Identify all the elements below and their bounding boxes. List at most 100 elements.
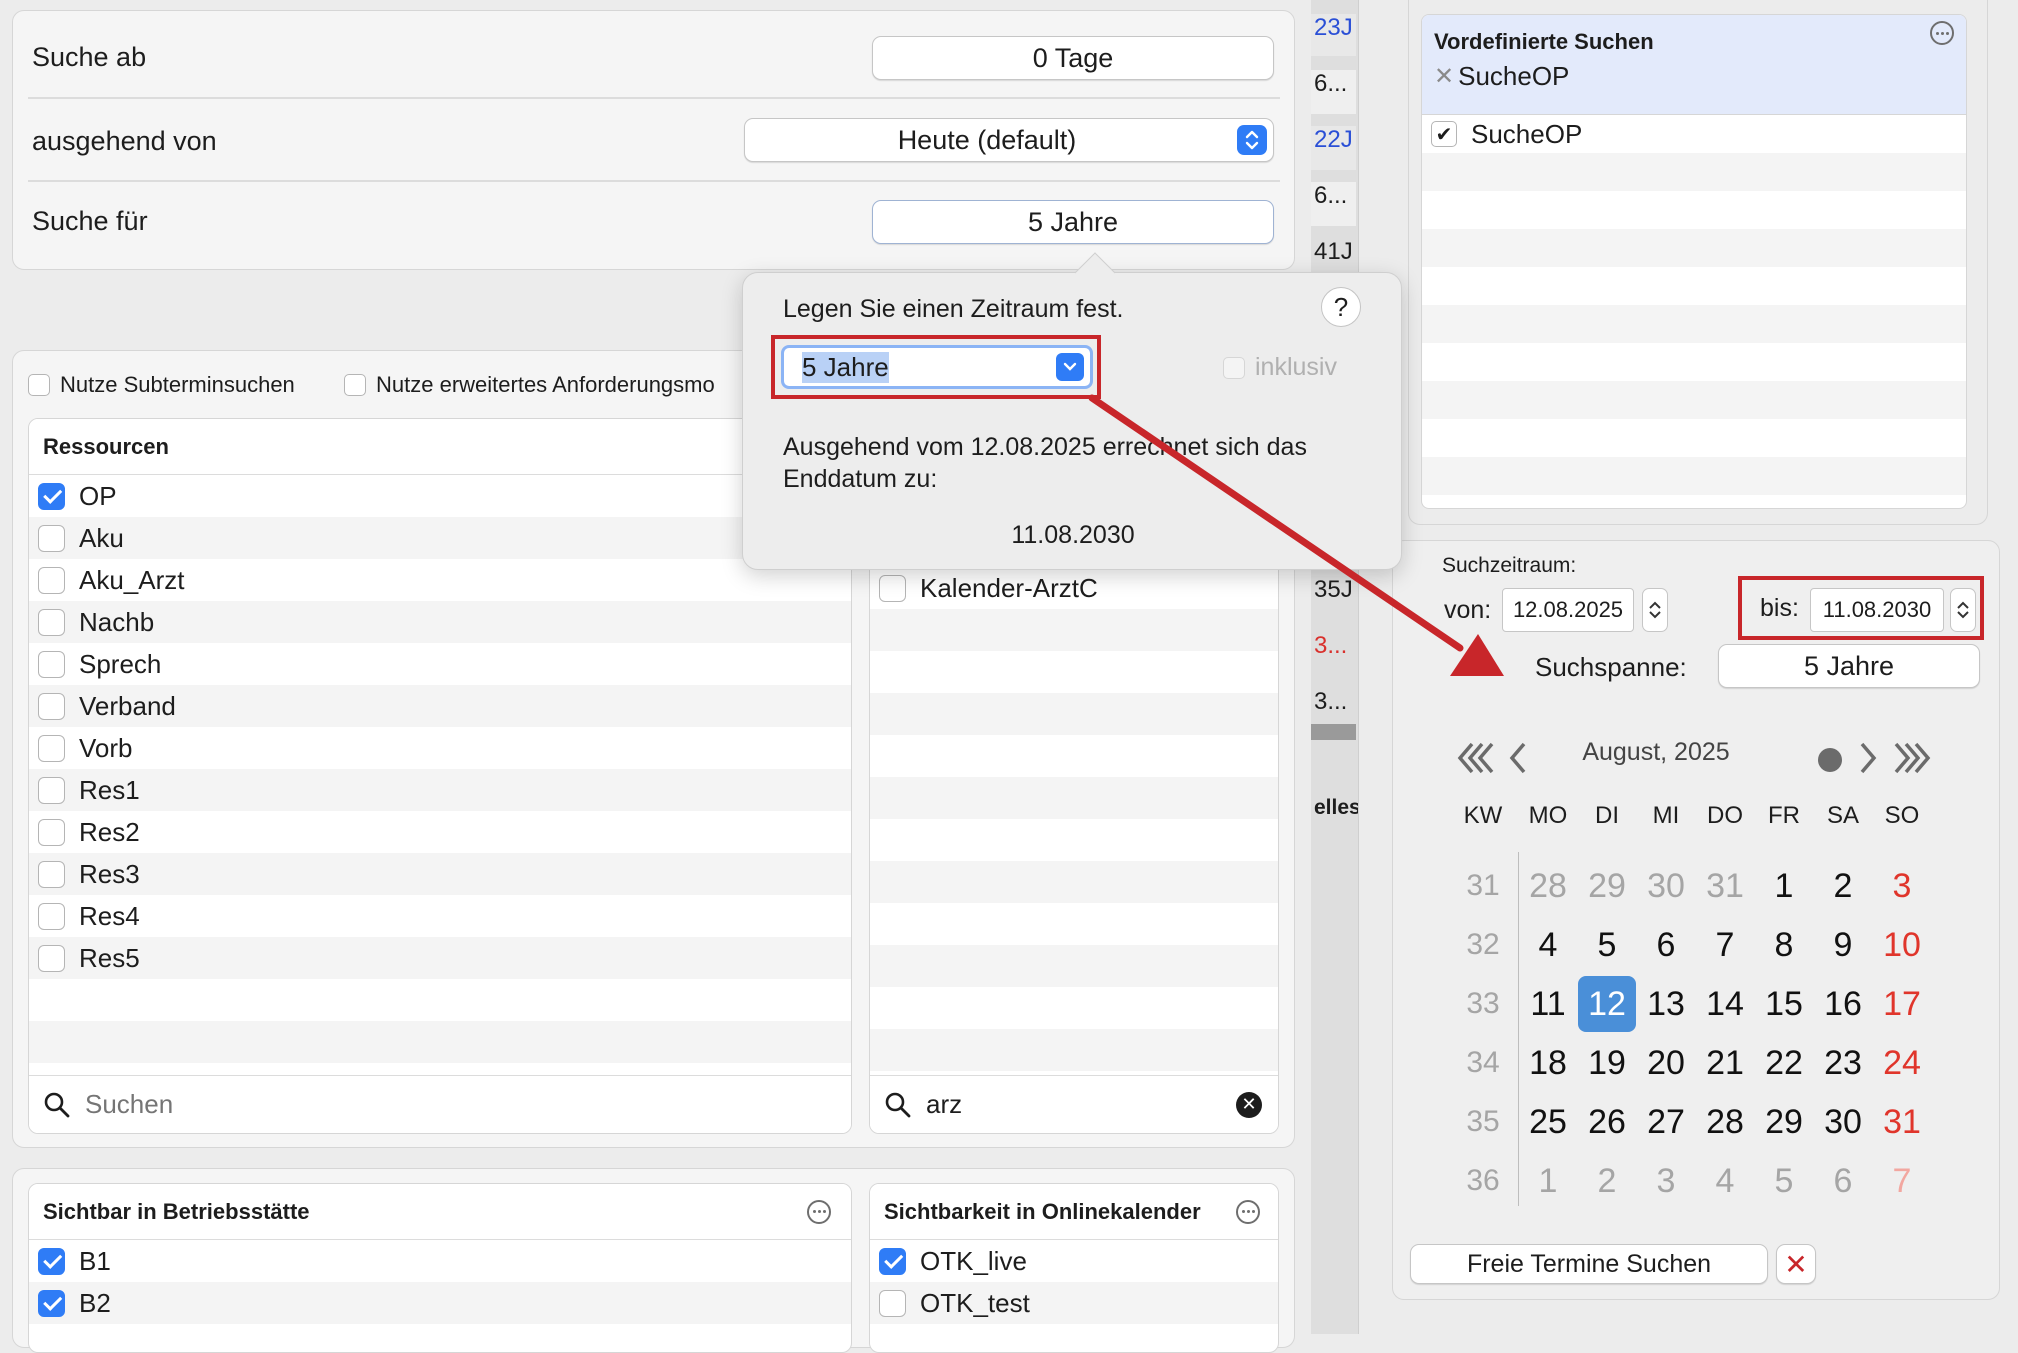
calendar-day[interactable]: 15: [1755, 976, 1813, 1032]
ressourcen-search-input[interactable]: [85, 1089, 785, 1120]
calendar-day[interactable]: 5: [1578, 917, 1636, 973]
bis-date-field[interactable]: 11.08.2030: [1810, 588, 1944, 632]
calendar-day[interactable]: 3: [1637, 1153, 1695, 1209]
calendar-day[interactable]: 14: [1696, 976, 1754, 1032]
calendar-day[interactable]: 13: [1637, 976, 1695, 1032]
calendar-day[interactable]: 8: [1755, 917, 1813, 973]
calendar-day[interactable]: 2: [1578, 1153, 1636, 1209]
calendar-day[interactable]: 31: [1696, 858, 1754, 914]
calendar-day[interactable]: 3: [1873, 858, 1931, 914]
stepper-up-icon[interactable]: [1648, 600, 1662, 610]
chevron-right-icon[interactable]: [1856, 740, 1880, 776]
help-button[interactable]: ?: [1321, 287, 1361, 327]
kalender-search[interactable]: arz ✕: [870, 1075, 1278, 1133]
calendar-day[interactable]: 12: [1578, 976, 1636, 1032]
list-item[interactable]: Aku: [29, 517, 851, 559]
clear-icon[interactable]: ✕: [1236, 1091, 1262, 1118]
list-item[interactable]: OTK_test: [870, 1282, 1278, 1324]
double-chevron-left-icon[interactable]: [1456, 740, 1498, 776]
calendar-day[interactable]: 7: [1696, 917, 1754, 973]
calendar-day[interactable]: 6: [1637, 917, 1695, 973]
calendar-day[interactable]: 11: [1519, 976, 1577, 1032]
calendar-day[interactable]: 5: [1755, 1153, 1813, 1209]
calendar-day[interactable]: 4: [1519, 917, 1577, 973]
von-date-field[interactable]: 12.08.2025: [1502, 588, 1634, 632]
calendar-day[interactable]: 27: [1637, 1094, 1695, 1150]
calendar-day[interactable]: 30: [1814, 1094, 1872, 1150]
anforderung-checkbox[interactable]: [344, 374, 366, 396]
list-item[interactable]: OTK_live: [870, 1240, 1278, 1282]
suchspanne-field[interactable]: 5 Jahre: [1718, 644, 1980, 688]
calendar-day[interactable]: 22: [1755, 1035, 1813, 1091]
calendar-day[interactable]: 18: [1519, 1035, 1577, 1091]
calendar-day[interactable]: 7: [1873, 1153, 1931, 1209]
calendar-day[interactable]: 19: [1578, 1035, 1636, 1091]
list-item[interactable]: Res5: [29, 937, 851, 979]
von-stepper[interactable]: [1642, 588, 1668, 632]
calendar-day[interactable]: 30: [1637, 858, 1695, 914]
list-item[interactable]: Nachb: [29, 601, 851, 643]
calendar-day[interactable]: 26: [1578, 1094, 1636, 1150]
kalender-search-input[interactable]: arz: [926, 1089, 1222, 1120]
checkbox[interactable]: [879, 1247, 906, 1275]
checkbox[interactable]: [879, 1289, 906, 1317]
inklusiv-option[interactable]: inklusiv: [1223, 353, 1337, 382]
list-item[interactable]: Vorb: [29, 727, 851, 769]
more-icon[interactable]: [807, 1199, 831, 1224]
more-icon[interactable]: [1930, 21, 1954, 45]
checkbox[interactable]: [38, 692, 65, 720]
cancel-button[interactable]: ✕: [1776, 1244, 1816, 1284]
checkbox[interactable]: [38, 776, 65, 804]
suche-ab-field[interactable]: 0 Tage: [872, 36, 1274, 80]
checkbox[interactable]: [38, 1289, 65, 1317]
calendar-day[interactable]: 28: [1519, 858, 1577, 914]
subtermin-option[interactable]: Nutze Subterminsuchen: [28, 372, 295, 398]
calendar-day[interactable]: 17: [1873, 976, 1931, 1032]
calendar-day[interactable]: 1: [1519, 1153, 1577, 1209]
checkbox[interactable]: [38, 818, 65, 846]
calendar-day[interactable]: 16: [1814, 976, 1872, 1032]
anforderung-option[interactable]: Nutze erweitertes Anforderungsmo: [344, 372, 715, 398]
remove-icon[interactable]: ✕: [1434, 62, 1454, 91]
calendar-day[interactable]: 29: [1755, 1094, 1813, 1150]
more-icon[interactable]: [1236, 1199, 1260, 1224]
calendar-day[interactable]: 10: [1873, 917, 1931, 973]
calendar-day[interactable]: 21: [1696, 1035, 1754, 1091]
ausgehend-von-select[interactable]: Heute (default): [744, 118, 1274, 162]
freie-termine-suchen-button[interactable]: Freie Termine Suchen: [1410, 1244, 1768, 1284]
double-chevron-right-icon[interactable]: [1890, 740, 1932, 776]
scrollbar[interactable]: [1311, 724, 1356, 740]
list-item[interactable]: Res2: [29, 811, 851, 853]
list-item[interactable]: B1: [29, 1240, 851, 1282]
subtermin-checkbox[interactable]: [28, 374, 50, 396]
checkbox[interactable]: [38, 650, 65, 678]
calendar-day[interactable]: 24: [1873, 1035, 1931, 1091]
checkbox[interactable]: [879, 574, 906, 602]
calendar-day[interactable]: 4: [1696, 1153, 1754, 1209]
calendar-day[interactable]: 1: [1755, 858, 1813, 914]
today-dot-icon[interactable]: [1818, 748, 1842, 772]
calendar-day[interactable]: 9: [1814, 917, 1872, 973]
checkbox[interactable]: [38, 482, 65, 510]
ressourcen-search[interactable]: [29, 1075, 851, 1133]
checkbox[interactable]: [38, 944, 65, 972]
list-item[interactable]: Res1: [29, 769, 851, 811]
stepper-down-icon[interactable]: [1956, 610, 1970, 620]
calendar-day[interactable]: 23: [1814, 1035, 1872, 1091]
calendar-day[interactable]: 2: [1814, 858, 1872, 914]
list-item[interactable]: OP: [29, 475, 851, 517]
checkbox[interactable]: [38, 902, 65, 930]
chevron-left-icon[interactable]: [1506, 740, 1530, 776]
stepper-up-icon[interactable]: [1956, 600, 1970, 610]
checkbox[interactable]: [38, 734, 65, 762]
list-item[interactable]: Verband: [29, 685, 851, 727]
calendar-day[interactable]: 6: [1814, 1153, 1872, 1209]
checkbox[interactable]: [38, 524, 65, 552]
checkbox[interactable]: [38, 566, 65, 594]
inklusiv-checkbox[interactable]: [1223, 356, 1245, 379]
calendar-day[interactable]: 28: [1696, 1094, 1754, 1150]
list-item[interactable]: Res3: [29, 853, 851, 895]
list-item[interactable]: Sprech: [29, 643, 851, 685]
list-item[interactable]: Kalender-ArztC: [870, 567, 1278, 609]
list-item[interactable]: B2: [29, 1282, 851, 1324]
